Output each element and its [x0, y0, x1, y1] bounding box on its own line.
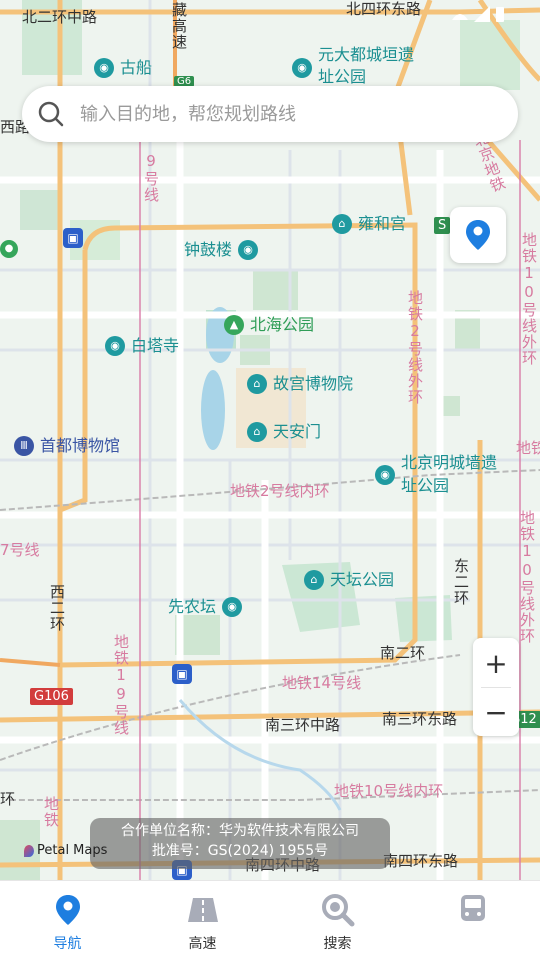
search-input[interactable] [78, 102, 482, 126]
map-attribution: 合作单位名称：华为软件技术有限公司 批准号：GS(2024) 1955号 [90, 818, 390, 869]
metro-label: 地铁 [42, 796, 60, 828]
museum-icon: Ⅲ [14, 436, 34, 456]
metro-label: 地铁19号线 [112, 634, 130, 736]
zoom-in-button[interactable]: + [473, 639, 519, 687]
camera-icon: ◉ [292, 58, 312, 78]
temple-icon: ⌂ [332, 214, 352, 234]
tab-label: 搜索 [323, 936, 352, 952]
metro-label: 地铁 [516, 439, 540, 457]
poi-tiananmen[interactable]: ⌂ 天安门 [247, 422, 321, 442]
metro-icon [460, 895, 485, 921]
metro-station-icon[interactable]: ▣ [172, 664, 192, 684]
tab-label: 高速 [188, 936, 217, 952]
search-icon [321, 894, 354, 927]
metro-label: 地铁14号线 [282, 674, 362, 692]
navigation-pin-icon [55, 895, 80, 925]
metro-station-icon[interactable]: ▣ [63, 228, 83, 248]
road-label: 南四环东路 [383, 852, 459, 870]
metro-label: 地铁10号线内环 [334, 782, 444, 800]
petal-maps-logo: Petal Maps [24, 843, 107, 858]
search-icon [38, 101, 64, 127]
road-label: 南三环东路 [382, 710, 458, 728]
poi-beihai-park[interactable]: ▲ 北海公园 [224, 315, 314, 335]
metro-label: 地铁10号线外环 [518, 510, 536, 644]
tab-search[interactable]: 搜索 [270, 881, 405, 961]
poi-yonghegong[interactable]: ⌂ 雍和宫 [332, 214, 406, 234]
camera-icon: ◉ [238, 240, 259, 260]
zoo-icon[interactable]: ● [0, 240, 18, 258]
poi-gu-chuan[interactable]: ◉ 古船 [94, 58, 152, 78]
petal-logo-icon [24, 844, 34, 857]
poi-ming-city-wall[interactable]: ◉ 北京明城墙遗址公园 [375, 451, 497, 497]
camera-icon: ◉ [222, 597, 243, 617]
bottom-tab-bar: 导航 高速 搜索 [0, 880, 540, 961]
poi-zhonggulou[interactable]: 钟鼓楼 ◉ [184, 240, 259, 260]
zoom-out-button[interactable]: − [473, 688, 519, 736]
poi-palace-museum[interactable]: ⌂ 故宫博物院 [247, 374, 353, 394]
metro-label: 地铁10号线外环 [520, 232, 538, 366]
palace-icon: ⌂ [247, 374, 267, 394]
tab-metro[interactable] [405, 881, 540, 961]
road-label: 东二环 [452, 558, 470, 606]
poi-temple-of-heaven[interactable]: ⌂ 天坛公园 [304, 570, 394, 590]
attribution-line: 批准号：GS(2024) 1955号 [151, 843, 329, 859]
poi-xiannongtan[interactable]: 先农坛 ◉ [168, 597, 243, 617]
tree-icon: ▲ [224, 315, 244, 335]
tab-label: 导航 [53, 936, 82, 952]
camera-icon: ◉ [94, 58, 114, 78]
camera-icon: ◉ [105, 336, 125, 356]
metro-label: 9号线 [142, 152, 160, 203]
locate-button[interactable] [450, 207, 506, 263]
poi-capital-museum[interactable]: Ⅲ 首都博物馆 [14, 436, 120, 456]
highway-shield: S [434, 217, 451, 234]
status-bar [0, 0, 540, 30]
road-label: 西二环 [48, 584, 66, 632]
highway-icon [187, 898, 218, 922]
palace-icon: ⌂ [247, 422, 267, 442]
road-label: 环 [0, 790, 16, 808]
search-bar[interactable] [22, 86, 518, 142]
signal-battery-icon [452, 6, 504, 22]
road-label: 南二环 [380, 644, 426, 662]
attribution-line: 合作单位名称：华为软件技术有限公司 [121, 823, 359, 839]
poi-baitasi[interactable]: ◉ 白塔寺 [105, 336, 179, 356]
poi-yuan-dadu[interactable]: ◉ 元大都城垣遗址公园 [292, 44, 414, 88]
tab-highway[interactable]: 高速 [135, 881, 270, 961]
tab-navigation[interactable]: 导航 [0, 881, 135, 961]
location-pin-icon [466, 220, 490, 250]
metro-label: 地铁2号线外环 [406, 290, 424, 405]
metro-label: 7号线 [0, 541, 40, 559]
zoom-controls: + − [473, 638, 519, 736]
palace-icon: ⌂ [304, 570, 324, 590]
metro-label: 地铁2号线内环 [230, 482, 330, 500]
camera-icon: ◉ [375, 465, 395, 485]
highway-shield: G106 [30, 688, 73, 705]
road-label: 南三环中路 [265, 716, 341, 734]
